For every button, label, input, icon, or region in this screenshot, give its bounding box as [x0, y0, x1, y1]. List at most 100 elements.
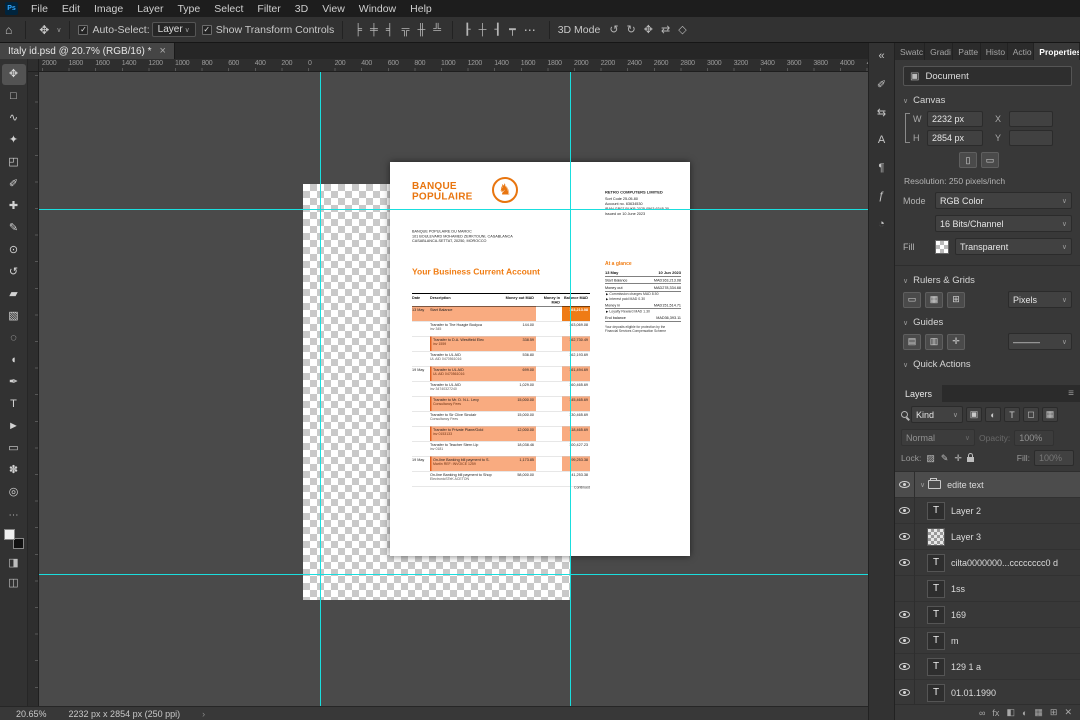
visibility-toggle[interactable] [895, 653, 915, 680]
visibility-toggle[interactable] [895, 679, 915, 704]
pen-panel-icon[interactable]: ✐ [872, 75, 892, 93]
lock-transparency-icon[interactable]: ▨ [925, 453, 936, 464]
close-icon[interactable]: × [160, 45, 166, 57]
filter-kind-dropdown[interactable]: Kind ∨ [911, 406, 963, 423]
panel-tab-histo[interactable]: Histo [981, 43, 1008, 60]
guides-section-header[interactable]: ∨ Guides [903, 317, 1072, 328]
quick-selection-tool[interactable]: ✦ [2, 130, 26, 151]
adjustment-filter-icon[interactable]: ◐ [985, 407, 1001, 422]
dodge-tool[interactable]: ◖ [2, 350, 26, 371]
clone-stamp-tool[interactable]: ⊙ [2, 240, 26, 261]
guides-new-icon[interactable]: ✛ [947, 333, 965, 350]
edit-toolbar-icon[interactable]: ⋯ [9, 510, 19, 521]
visibility-toggle[interactable] [895, 601, 915, 628]
panel-tab-actio[interactable]: Actio [1008, 43, 1035, 60]
pixel-filter-icon[interactable]: ▣ [966, 407, 982, 422]
lock-pixels-icon[interactable]: ✎ [940, 453, 950, 464]
lock-all-icon[interactable] [966, 453, 974, 462]
distribute-spacing-icon[interactable]: ┯ [506, 22, 519, 37]
brush-tool[interactable]: ✎ [2, 218, 26, 239]
more-options-icon[interactable]: ⋯ [519, 23, 541, 37]
visibility-toggle[interactable] [895, 549, 915, 576]
visibility-toggle[interactable] [895, 497, 915, 524]
character-panel-icon[interactable]: A [872, 131, 892, 149]
guides-lock-icon[interactable]: ▤ [903, 333, 921, 350]
fill-dropdown[interactable]: Transparent ∨ [955, 238, 1072, 255]
guides-layout-icon[interactable]: ▥ [925, 333, 943, 350]
move-tool-preset-icon[interactable]: ✥ [34, 23, 54, 37]
distribute-right-icon[interactable]: ┨ [491, 22, 504, 37]
type-filter-icon[interactable]: T [1004, 407, 1020, 422]
layer-row[interactable]: T 129 1 a [895, 653, 1080, 680]
opacity-field[interactable]: 100% [1014, 429, 1055, 446]
twirl-icon[interactable]: ∨ [920, 481, 925, 489]
layer-row[interactable]: T 1ss [895, 575, 1080, 602]
menu-file[interactable]: File [24, 0, 55, 17]
menu-layer[interactable]: Layer [130, 0, 170, 17]
menu-filter[interactable]: Filter [250, 0, 287, 17]
distribute-center-icon[interactable]: ┼ [476, 23, 490, 37]
ruler-icon[interactable]: ▭ [903, 291, 921, 308]
document-page[interactable]: BANQUE POPULAIRE ♞ BANQUE POPULAIRE DU M… [390, 162, 690, 556]
home-icon[interactable]: ⌂ [0, 23, 17, 37]
menu-3d[interactable]: 3D [288, 0, 315, 17]
move-tool[interactable]: ✥ [1, 64, 26, 85]
guide-style-dropdown[interactable]: ——— ∨ [1008, 333, 1072, 350]
3d-orbit-icon[interactable]: ↺ [606, 22, 621, 37]
layer-row[interactable]: Tm [895, 627, 1080, 654]
layer-row[interactable]: T 01.01.1990 [895, 679, 1080, 704]
horizontal-ruler[interactable]: 2000 1800 1600 1400 1200 1000 800 600 400 200 0 200… [39, 59, 868, 72]
layer-row[interactable]: T Layer 2 [895, 497, 1080, 524]
align-right-edges-icon[interactable]: ╡ [383, 23, 397, 37]
quick-mask-button[interactable]: ◨ [8, 556, 18, 569]
layer-row[interactable]: ∨ edite text [895, 472, 1080, 498]
vertical-ruler[interactable] [28, 72, 39, 706]
screen-mode-button[interactable]: ◫ [8, 576, 18, 589]
3d-scale-icon[interactable]: ◇ [675, 22, 689, 37]
landscape-icon[interactable]: ▭ [981, 152, 999, 168]
lasso-tool[interactable]: ∿ [2, 108, 26, 129]
canvas-area[interactable]: BANQUE POPULAIRE ♞ BANQUE POPULAIRE DU M… [39, 72, 868, 706]
document-type-box[interactable]: ▣ Document [903, 66, 1072, 86]
snap-icon[interactable]: ⊞ [947, 291, 965, 308]
visibility-toggle[interactable] [895, 575, 915, 602]
panel-tab-gradi[interactable]: Gradi [925, 43, 954, 60]
guide-horizontal-2[interactable] [39, 574, 868, 575]
layer-fill-field[interactable]: 100% [1034, 450, 1074, 466]
history-brush-tool[interactable]: ↺ [2, 262, 26, 283]
bit-depth-dropdown[interactable]: 16 Bits/Channel ∨ [935, 215, 1072, 232]
menu-view[interactable]: View [315, 0, 352, 17]
panel-tab-patte[interactable]: Patte [953, 43, 981, 60]
align-horizontal-centers-icon[interactable]: ╪ [367, 23, 381, 37]
path-selection-tool[interactable]: ► [2, 416, 26, 437]
ruler-origin-corner[interactable] [28, 59, 39, 72]
distribute-left-icon[interactable]: ┠ [461, 22, 474, 37]
zoom-tool[interactable]: ◎ [2, 482, 26, 503]
smart-object-filter-icon[interactable]: ▦ [1042, 407, 1058, 422]
panel-menu-icon[interactable]: ≡ [1062, 388, 1080, 399]
menu-window[interactable]: Window [352, 0, 403, 17]
shape-filter-icon[interactable]: ◻ [1023, 407, 1039, 422]
width-field[interactable]: 2232 px [927, 111, 983, 127]
guide-vertical-2[interactable] [570, 72, 571, 706]
blend-mode-dropdown[interactable]: Normal ∨ [901, 429, 975, 446]
rectangular-marquee-tool[interactable]: □ [2, 86, 26, 107]
guide-horizontal-1[interactable] [39, 209, 868, 210]
units-dropdown[interactable]: Pixels ∨ [1008, 291, 1072, 308]
color-swatches[interactable] [3, 529, 24, 549]
tab-layers[interactable]: Layers [895, 385, 943, 402]
layer-row[interactable]: Layer 3 [895, 523, 1080, 550]
eraser-tool[interactable]: ▰ [2, 284, 26, 305]
menu-edit[interactable]: Edit [55, 0, 87, 17]
visibility-toggle[interactable] [895, 523, 915, 550]
menu-type[interactable]: Type [170, 0, 207, 17]
guide-vertical-1[interactable] [320, 72, 321, 706]
gradient-tool[interactable]: ▧ [2, 306, 26, 327]
document-tab[interactable]: Italy id.psd @ 20.7% (RGB/16) * × [0, 43, 175, 59]
x-field[interactable] [1009, 111, 1053, 127]
align-top-edges-icon[interactable]: ╦ [399, 23, 413, 37]
rectangle-tool[interactable]: ▭ [2, 438, 26, 459]
rulers-grids-section-header[interactable]: ∨ Rulers & Grids [903, 275, 1072, 286]
3d-slide-icon[interactable]: ⇄ [658, 22, 673, 37]
collapse-panels-icon[interactable]: « [872, 47, 892, 65]
